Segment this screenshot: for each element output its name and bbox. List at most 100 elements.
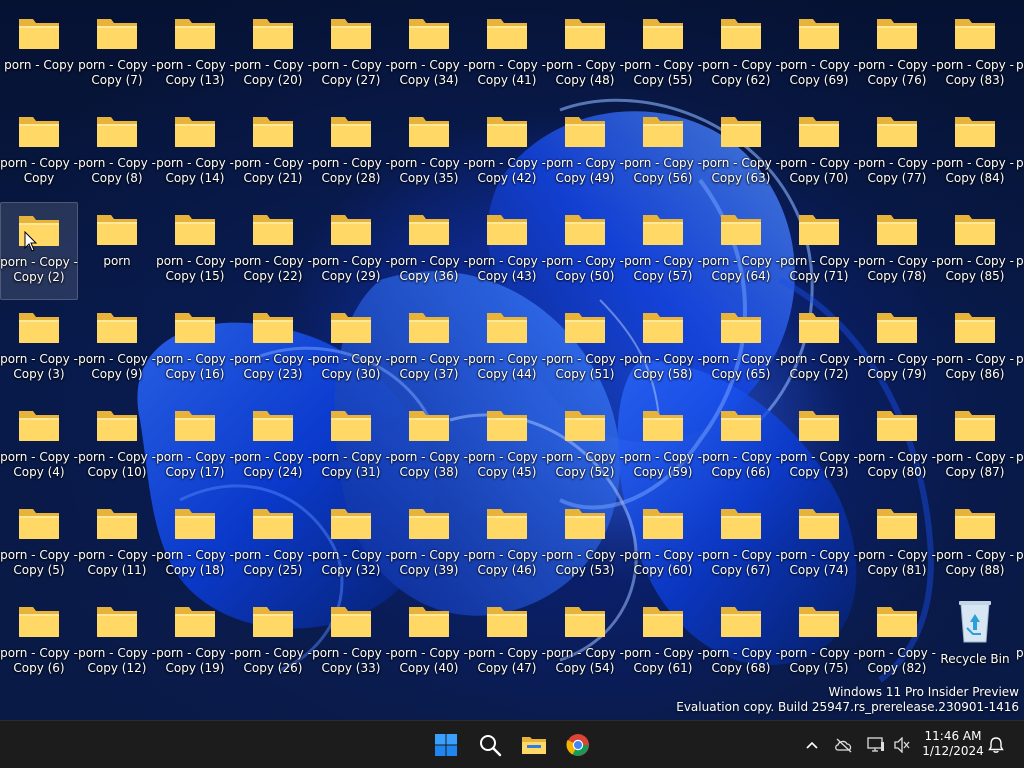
desktop-folder-icon[interactable]: porn - Copy - Copy (49)	[546, 104, 624, 202]
desktop-folder-icon[interactable]: porn - Copy - Copy (67)	[702, 496, 780, 594]
desktop-folder-icon[interactable]: porn	[78, 202, 156, 300]
desktop-folder-icon[interactable]: porn - Copy - Copy (62)	[702, 6, 780, 104]
desktop-folder-icon[interactable]: porn - Copy - Copy (87)	[936, 398, 1014, 496]
edge-icon-label[interactable]: p	[1016, 548, 1024, 562]
desktop-folder-icon[interactable]: porn - Copy - Copy (45)	[468, 398, 546, 496]
desktop-folder-icon[interactable]: porn - Copy - Copy (82)	[858, 594, 936, 692]
desktop-folder-icon[interactable]: porn - Copy - Copy (73)	[780, 398, 858, 496]
desktop-folder-icon[interactable]: porn - Copy - Copy (60)	[624, 496, 702, 594]
desktop-folder-icon[interactable]: porn - Copy - Copy (15)	[156, 202, 234, 300]
desktop-folder-icon[interactable]: porn - Copy	[0, 6, 78, 104]
file-explorer-button[interactable]	[514, 725, 554, 765]
desktop-folder-icon[interactable]: porn - Copy - Copy (54)	[546, 594, 624, 692]
edge-icon-label[interactable]: p	[1016, 352, 1024, 366]
show-hidden-icons-button[interactable]	[800, 733, 824, 757]
desktop-folder-icon[interactable]: porn - Copy - Copy (50)	[546, 202, 624, 300]
network-tray-button[interactable]	[864, 733, 888, 757]
recycle-bin-desktop-icon[interactable]: Recycle Bin	[936, 594, 1014, 692]
desktop-folder-icon[interactable]: porn - Copy - Copy (7)	[78, 6, 156, 104]
desktop-folder-icon[interactable]: porn - Copy - Copy (31)	[312, 398, 390, 496]
desktop-folder-icon[interactable]: porn - Copy - Copy (38)	[390, 398, 468, 496]
desktop-folder-icon[interactable]: porn - Copy - Copy (39)	[390, 496, 468, 594]
desktop-folder-icon[interactable]: porn - Copy - Copy (16)	[156, 300, 234, 398]
desktop-folder-icon[interactable]: porn - Copy - Copy (30)	[312, 300, 390, 398]
desktop-folder-icon[interactable]: porn - Copy - Copy (23)	[234, 300, 312, 398]
start-button[interactable]	[426, 725, 466, 765]
volume-tray-button[interactable]	[890, 733, 914, 757]
desktop-folder-icon[interactable]: porn - Copy - Copy (68)	[702, 594, 780, 692]
edge-icon-label[interactable]: p	[1016, 156, 1024, 170]
desktop-folder-icon[interactable]: porn - Copy - Copy (74)	[780, 496, 858, 594]
desktop-folder-icon[interactable]: porn - Copy - Copy (59)	[624, 398, 702, 496]
desktop-folder-icon[interactable]: porn - Copy - Copy (57)	[624, 202, 702, 300]
edge-icon-label[interactable]: p	[1016, 254, 1024, 268]
desktop-folder-icon[interactable]: porn - Copy - Copy (43)	[468, 202, 546, 300]
desktop-folder-icon[interactable]: porn - Copy - Copy (36)	[390, 202, 468, 300]
notifications-button[interactable]	[984, 733, 1008, 757]
desktop-folder-icon[interactable]: porn - Copy - Copy (72)	[780, 300, 858, 398]
chrome-button[interactable]	[558, 725, 598, 765]
desktop-folder-icon[interactable]: porn - Copy - Copy (63)	[702, 104, 780, 202]
desktop-folder-icon[interactable]: porn - Copy - Copy (28)	[312, 104, 390, 202]
desktop-folder-icon[interactable]: porn - Copy - Copy (29)	[312, 202, 390, 300]
desktop-folder-icon[interactable]: porn - Copy - Copy (52)	[546, 398, 624, 496]
desktop-folder-icon[interactable]: porn - Copy - Copy (19)	[156, 594, 234, 692]
onedrive-tray-button[interactable]	[832, 733, 856, 757]
desktop-folder-icon[interactable]: porn - Copy - Copy (55)	[624, 6, 702, 104]
desktop-folder-icon[interactable]: porn - Copy - Copy (69)	[780, 6, 858, 104]
desktop-folder-icon[interactable]: porn - Copy - Copy (41)	[468, 6, 546, 104]
desktop-folder-icon[interactable]: porn - Copy - Copy (25)	[234, 496, 312, 594]
desktop-folder-icon[interactable]: porn - Copy - Copy (80)	[858, 398, 936, 496]
desktop-folder-icon[interactable]: porn - Copy - Copy (61)	[624, 594, 702, 692]
desktop-folder-icon[interactable]: porn - Copy - Copy (76)	[858, 6, 936, 104]
desktop-folder-icon[interactable]: porn - Copy - Copy (40)	[390, 594, 468, 692]
desktop-folder-icon[interactable]: porn - Copy - Copy (6)	[0, 594, 78, 692]
desktop-folder-icon[interactable]: porn - Copy - Copy (12)	[78, 594, 156, 692]
desktop-folder-icon[interactable]: porn - Copy - Copy (5)	[0, 496, 78, 594]
desktop-folder-icon[interactable]: porn - Copy - Copy (21)	[234, 104, 312, 202]
desktop-folder-icon[interactable]: porn - Copy - Copy (83)	[936, 6, 1014, 104]
desktop-folder-icon[interactable]: porn - Copy - Copy (75)	[780, 594, 858, 692]
desktop-folder-icon[interactable]: porn - Copy - Copy (53)	[546, 496, 624, 594]
desktop-folder-icon[interactable]: porn - Copy - Copy (48)	[546, 6, 624, 104]
desktop-folder-icon[interactable]: porn - Copy - Copy (85)	[936, 202, 1014, 300]
desktop-folder-icon[interactable]: porn - Copy - Copy (47)	[468, 594, 546, 692]
desktop-folder-icon[interactable]: porn - Copy - Copy (44)	[468, 300, 546, 398]
desktop-folder-icon[interactable]: porn - Copy - Copy (10)	[78, 398, 156, 496]
desktop-folder-icon[interactable]: porn - Copy - Copy (26)	[234, 594, 312, 692]
desktop-folder-icon[interactable]: porn - Copy - Copy (9)	[78, 300, 156, 398]
desktop-folder-icon[interactable]: porn - Copy - Copy (17)	[156, 398, 234, 496]
desktop-folder-icon[interactable]: porn - Copy - Copy (65)	[702, 300, 780, 398]
desktop-folder-icon[interactable]: porn - Copy - Copy (24)	[234, 398, 312, 496]
desktop-folder-icon[interactable]: porn - Copy - Copy (42)	[468, 104, 546, 202]
desktop-folder-icon[interactable]: porn - Copy - Copy (22)	[234, 202, 312, 300]
desktop-folder-icon[interactable]: porn - Copy - Copy (88)	[936, 496, 1014, 594]
desktop-folder-icon[interactable]: porn - Copy - Copy (58)	[624, 300, 702, 398]
desktop-folder-icon[interactable]: porn - Copy - Copy (18)	[156, 496, 234, 594]
desktop-folder-icon[interactable]: porn - Copy - Copy (34)	[390, 6, 468, 104]
desktop-folder-icon[interactable]: porn - Copy - Copy (27)	[312, 6, 390, 104]
edge-icon-label[interactable]: p	[1016, 58, 1024, 72]
desktop-folder-icon[interactable]: porn - Copy - Copy (20)	[234, 6, 312, 104]
edge-icon-label[interactable]: p	[1016, 450, 1024, 464]
desktop-folder-icon[interactable]: porn - Copy - Copy (81)	[858, 496, 936, 594]
desktop-folder-icon[interactable]: porn - Copy - Copy (84)	[936, 104, 1014, 202]
desktop-folder-icon[interactable]: porn - Copy - Copy (4)	[0, 398, 78, 496]
search-button[interactable]	[470, 725, 510, 765]
desktop-folder-icon[interactable]: porn - Copy - Copy (71)	[780, 202, 858, 300]
desktop-folder-icon[interactable]: porn - Copy - Copy (35)	[390, 104, 468, 202]
desktop-folder-icon[interactable]: porn - Copy - Copy (8)	[78, 104, 156, 202]
desktop-folder-icon[interactable]: porn - Copy - Copy (86)	[936, 300, 1014, 398]
desktop[interactable]: porn - Copy porn - Copy - Copy porn - Copy…	[0, 0, 1024, 720]
desktop-folder-icon[interactable]: porn - Copy - Copy (78)	[858, 202, 936, 300]
desktop-folder-icon[interactable]: porn - Copy - Copy (46)	[468, 496, 546, 594]
desktop-folder-icon[interactable]: porn - Copy - Copy (33)	[312, 594, 390, 692]
desktop-folder-icon[interactable]: porn - Copy - Copy (79)	[858, 300, 936, 398]
desktop-folder-icon[interactable]: porn - Copy - Copy (2)	[0, 202, 78, 300]
desktop-folder-icon[interactable]: porn - Copy - Copy (64)	[702, 202, 780, 300]
desktop-folder-icon[interactable]: porn - Copy - Copy (56)	[624, 104, 702, 202]
desktop-folder-icon[interactable]: porn - Copy - Copy (66)	[702, 398, 780, 496]
desktop-folder-icon[interactable]: porn - Copy - Copy (51)	[546, 300, 624, 398]
desktop-folder-icon[interactable]: porn - Copy - Copy (77)	[858, 104, 936, 202]
desktop-folder-icon[interactable]: porn - Copy - Copy	[0, 104, 78, 202]
